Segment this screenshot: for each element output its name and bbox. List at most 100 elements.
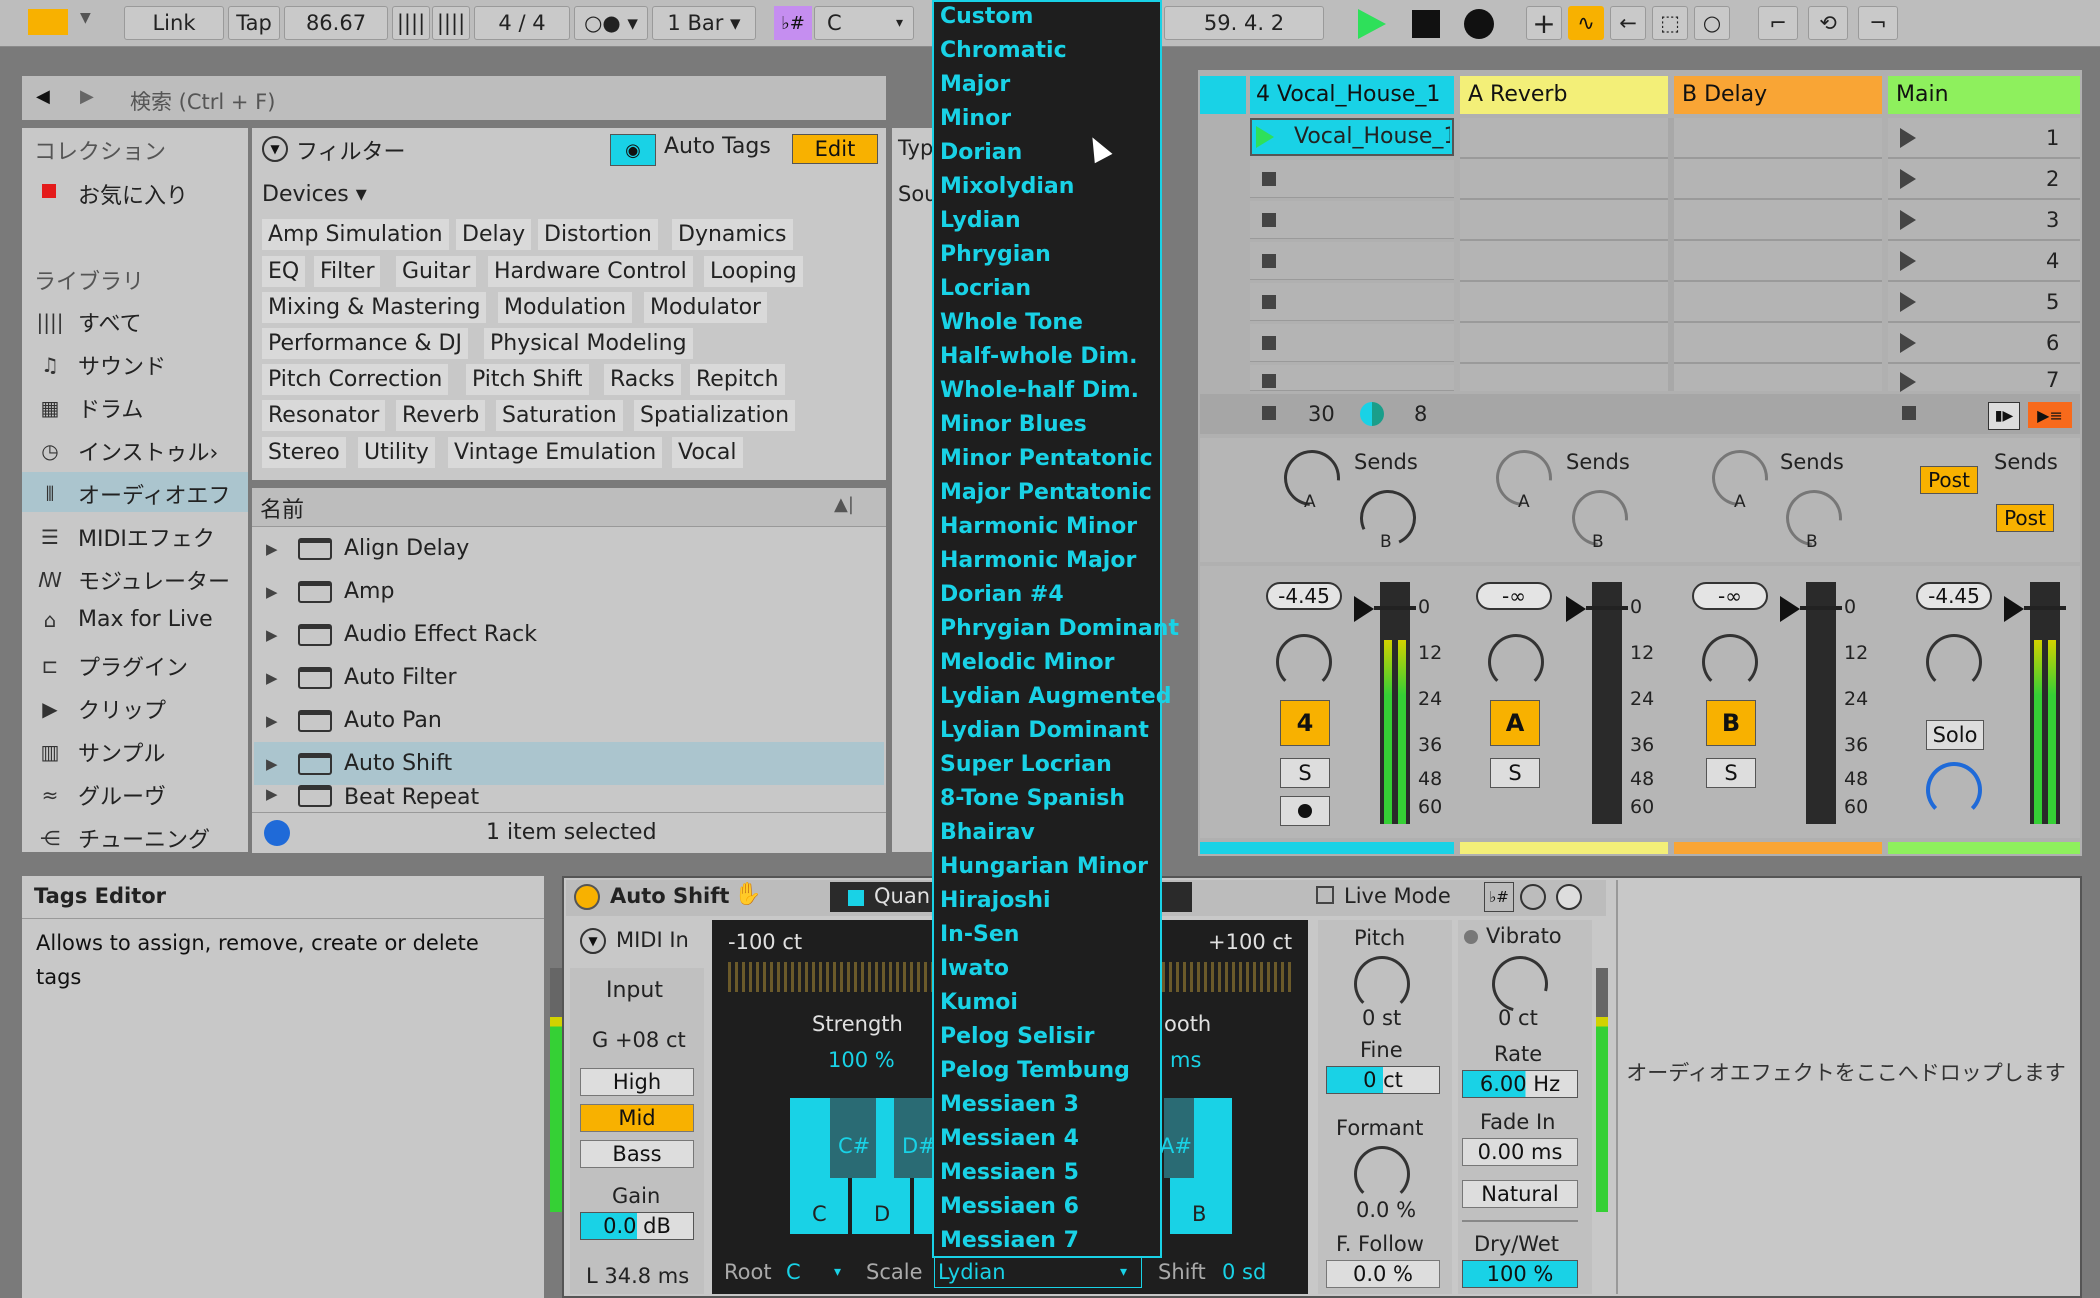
scale-option[interactable]: Lydian Augmented: [940, 684, 1171, 709]
scale-option[interactable]: Locrian: [940, 276, 1031, 301]
nav-grooves[interactable]: ≈ グルーヴ: [36, 779, 166, 811]
back-to-arrangement-icon[interactable]: ←: [1610, 6, 1646, 40]
tag-item[interactable]: Amp Simulation: [262, 219, 449, 250]
clip-stop-icon[interactable]: [1262, 374, 1276, 388]
pitch-knob[interactable]: [1354, 956, 1410, 1012]
expand-icon[interactable]: ▶: [266, 583, 284, 601]
clip-slot[interactable]: [1250, 242, 1454, 280]
tap-button[interactable]: Tap: [228, 6, 280, 40]
arm-button[interactable]: [1280, 796, 1330, 826]
filter-toggle-icon[interactable]: ▼: [262, 136, 288, 162]
live-mode-checkbox[interactable]: [1316, 886, 1334, 904]
nudge-down-icon[interactable]: ||||: [392, 6, 430, 40]
scale-option[interactable]: Chromatic: [940, 38, 1067, 63]
track-header-vocal[interactable]: 4 Vocal_House_1: [1250, 76, 1454, 114]
stop-icon[interactable]: [1412, 10, 1440, 38]
tempo-field[interactable]: 86.67: [284, 6, 388, 40]
clip-stop-icon[interactable]: [1262, 254, 1276, 268]
volume-value[interactable]: -∞: [1476, 582, 1552, 610]
fader-handle[interactable]: [1374, 606, 1416, 610]
scale-option[interactable]: Harmonic Major: [940, 548, 1136, 573]
scale-awareness-icon[interactable]: ♭#: [1484, 882, 1514, 912]
scene-launch-icon[interactable]: [1900, 251, 1916, 271]
automation-arm-icon[interactable]: ∿: [1568, 6, 1604, 40]
loop-icon[interactable]: ⟲: [1808, 6, 1848, 40]
tag-item[interactable]: Utility: [358, 437, 435, 468]
root-dropdown-icon[interactable]: ▾: [834, 1264, 841, 1280]
solo-button[interactable]: S: [1490, 758, 1540, 788]
scale-option[interactable]: Minor Pentatonic: [940, 446, 1153, 471]
name-column-header[interactable]: [252, 488, 886, 527]
preview-headphones-icon[interactable]: [264, 820, 290, 846]
scale-option[interactable]: Messiaen 5: [940, 1160, 1079, 1185]
nav-midi-effects[interactable]: ☰ MIDIエフェク: [36, 521, 215, 553]
scale-mode-icon[interactable]: ♭#: [774, 6, 812, 40]
scale-dropdown-icon[interactable]: ▾: [1120, 1264, 1127, 1280]
post-toggle[interactable]: Post: [1920, 466, 1978, 494]
tag-item[interactable]: Physical Modeling: [484, 328, 693, 359]
nav-instruments[interactable]: ◷ インストゥル›: [36, 435, 218, 467]
nav-all[interactable]: |||| すべて: [36, 306, 142, 338]
fade-in-field[interactable]: 0.00 ms: [1462, 1138, 1578, 1166]
scale-option[interactable]: Whole Tone: [940, 310, 1083, 335]
scale-option[interactable]: Messiaen 4: [940, 1126, 1079, 1151]
punch-in-icon[interactable]: ⌐: [1758, 6, 1798, 40]
record-icon[interactable]: [1464, 9, 1494, 39]
tag-item[interactable]: Repitch: [690, 364, 785, 395]
quantize-dropdown[interactable]: 1 Bar ▾: [652, 6, 756, 40]
expand-icon[interactable]: ▶: [266, 626, 284, 644]
fine-field[interactable]: 0 ct: [1326, 1066, 1440, 1094]
scene-launch-icon[interactable]: [1900, 372, 1916, 392]
track-activator-button[interactable]: 4: [1280, 700, 1330, 746]
mid-button[interactable]: Mid: [580, 1104, 694, 1132]
clip-stop-icon[interactable]: [1262, 213, 1276, 227]
scale-option[interactable]: Melodic Minor: [940, 650, 1115, 675]
clip-slot[interactable]: [1250, 324, 1454, 362]
device-on-icon[interactable]: [574, 884, 600, 910]
scene-launch-icon[interactable]: [1900, 169, 1916, 189]
midi-in-toggle-icon[interactable]: ▼: [580, 928, 606, 954]
scale-option[interactable]: Mixolydian: [940, 174, 1074, 199]
scale-option[interactable]: Major Pentatonic: [940, 480, 1152, 505]
nav-drums[interactable]: ▦ ドラム: [36, 392, 144, 424]
nudge-up-icon[interactable]: ||||: [432, 6, 470, 40]
track-activator-button[interactable]: B: [1706, 700, 1756, 746]
clip-slot[interactable]: [1250, 365, 1454, 391]
scale-option[interactable]: Iwato: [940, 956, 1009, 981]
stop-all-icon[interactable]: [1262, 406, 1276, 420]
tag-item[interactable]: EQ: [262, 256, 306, 287]
list-item[interactable]: ▶ Amp: [254, 570, 884, 613]
scale-option[interactable]: Harmonic Minor: [940, 514, 1137, 539]
save-preset-icon[interactable]: [1556, 884, 1582, 910]
punch-out-icon[interactable]: ¬: [1858, 6, 1898, 40]
clip-stop-icon[interactable]: [1262, 172, 1276, 186]
expand-icon[interactable]: ▶: [266, 712, 284, 730]
edit-tags-button[interactable]: Edit: [792, 134, 878, 164]
scale-option[interactable]: Half-whole Dim.: [940, 344, 1137, 369]
nav-clips[interactable]: ▶ クリップ: [36, 693, 166, 725]
time-signature-field[interactable]: 4 / 4: [474, 6, 570, 40]
list-item[interactable]: ▶ Auto Pan: [254, 699, 884, 742]
expand-icon[interactable]: ▶: [266, 785, 284, 803]
dry-wet-field[interactable]: 100 %: [1462, 1260, 1578, 1288]
nav-max-for-live[interactable]: ⌂ Max for Live: [36, 607, 213, 632]
tag-item[interactable]: Vintage Emulation: [448, 437, 663, 468]
tag-item[interactable]: Guitar: [396, 256, 477, 287]
tag-item[interactable]: Filter: [314, 256, 381, 287]
add-icon[interactable]: +: [1526, 6, 1562, 40]
volume-value[interactable]: -4.45: [1266, 582, 1342, 610]
link-button[interactable]: Link: [124, 6, 224, 40]
scale-option[interactable]: Custom: [940, 4, 1033, 29]
expand-icon[interactable]: ▶: [266, 669, 284, 687]
tag-item[interactable]: Mixing & Mastering: [262, 292, 487, 323]
scale-option[interactable]: In-Sen: [940, 922, 1019, 947]
tag-item[interactable]: Distortion: [538, 219, 658, 250]
nav-tunings[interactable]: ⋲ チューニング: [36, 822, 210, 854]
tag-item[interactable]: Pitch Correction: [262, 364, 449, 395]
scene-launch-icon[interactable]: [1900, 292, 1916, 312]
nav-plugins[interactable]: ⊏ プラグイン: [36, 650, 188, 682]
scene-launch-icon[interactable]: [1900, 210, 1916, 230]
metronome-icon[interactable]: ○● ▾: [574, 6, 648, 40]
expand-icon[interactable]: ▶: [266, 540, 284, 558]
tag-item[interactable]: Performance & DJ: [262, 328, 468, 359]
